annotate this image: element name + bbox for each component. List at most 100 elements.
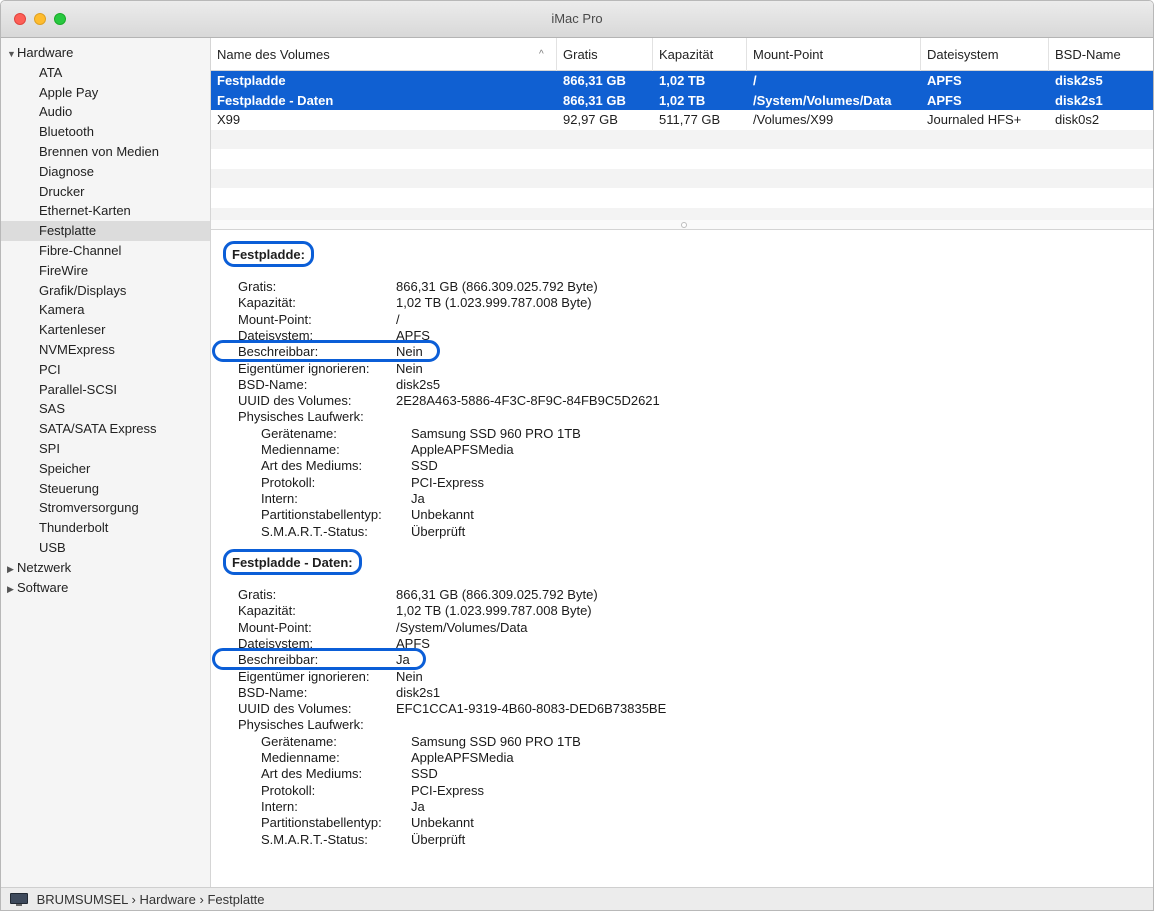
table-cell: APFS xyxy=(927,73,962,88)
system-information-window: iMac Pro ▼Hardware ATA Apple Pay Audio Bluet… xyxy=(0,0,1154,911)
field-label: Medienname: xyxy=(261,442,340,457)
field-label: Partitionstabellentyp: xyxy=(261,815,382,831)
sidebar-group-software[interactable]: ▶ Software xyxy=(1,578,210,598)
sidebar-item-spi[interactable]: SPI xyxy=(1,439,210,459)
path-separator: › xyxy=(199,892,204,907)
volumes-table: Name des Volumes ^ Gratis Kapazität Mount-Po… xyxy=(211,38,1153,228)
field-value: disk2s1 xyxy=(396,684,441,700)
detail-field: Gratis: 866,31 GB (866.309.025.792 Byte) xyxy=(211,587,1111,603)
sidebar-item-steuerung[interactable]: Steuerung xyxy=(1,479,210,499)
sidebar-item-sata-sata-express[interactable]: SATA/SATA Express xyxy=(1,419,210,439)
field-value: 1,02 TB (1.023.999.787.008 Byte) xyxy=(396,295,592,311)
drive-field: Partitionstabellentyp: Unbekannt xyxy=(211,507,1111,523)
sidebar-item-ethernet-karten[interactable]: Ethernet-Karten xyxy=(1,201,210,221)
column-header-2[interactable]: Gratis xyxy=(557,38,653,71)
field-value: Nein xyxy=(396,360,423,376)
table-row[interactable]: Festpladde - Daten 866,31 GB 1,02 TB/Syste… xyxy=(211,90,1153,110)
sidebar-group-hardware[interactable]: ▼Hardware xyxy=(1,43,210,63)
detail-field: Gratis: 866,31 GB (866.309.025.792 Byte) xyxy=(211,279,1111,295)
detail-field: Physisches Laufwerk: xyxy=(211,717,1111,733)
field-value: Samsung SSD 960 PRO 1TB xyxy=(411,425,581,441)
imac-icon xyxy=(10,893,28,906)
sidebar-item-kamera[interactable]: Kamera xyxy=(1,300,210,320)
sidebar-item-grafik-displays[interactable]: Grafik/Displays xyxy=(1,281,210,301)
sidebar-item-ata[interactable]: ATA xyxy=(1,63,210,83)
table-row-empty xyxy=(211,168,1153,188)
detail-field: Eigentümer ignorieren: Nein xyxy=(211,669,1111,685)
drive-field: Gerätename: Samsung SSD 960 PRO 1TB xyxy=(211,426,1111,442)
drive-field: Protokoll: PCI-Express xyxy=(211,783,1111,799)
field-value: PCI-Express xyxy=(411,474,484,490)
column-header-6[interactable]: BSD-Name xyxy=(1049,38,1153,71)
disclosure-closed-icon[interactable]: ▶ xyxy=(7,580,17,600)
drive-field: Protokoll: PCI-Express xyxy=(211,475,1111,491)
sidebar-item-audio[interactable]: Audio xyxy=(1,102,210,122)
detail-field: Kapazität: 1,02 TB (1.023.999.787.008 Byt… xyxy=(211,295,1111,311)
sidebar-item-firewire[interactable]: FireWire xyxy=(1,261,210,281)
field-label: Protokoll: xyxy=(261,782,316,798)
highlight-annotation xyxy=(212,340,440,363)
path-hardware[interactable]: Hardware xyxy=(139,892,195,907)
path-computer[interactable]: BRUMSUMSEL xyxy=(37,892,128,907)
field-value: SSD xyxy=(411,458,438,474)
sidebar-item-fibre-channel[interactable]: Fibre-Channel xyxy=(1,241,210,261)
sidebar-item-apple-pay[interactable]: Apple Pay xyxy=(1,83,210,103)
column-header-5[interactable]: Dateisystem xyxy=(921,38,1049,71)
table-cell: 1,02 TB xyxy=(659,92,706,108)
table-row[interactable]: Festpladde 866,31 GB 1,02 TB / APFS disk2s5 xyxy=(211,71,1153,91)
drive-field: S.M.A.R.T.-Status: Überprüft xyxy=(211,524,1111,540)
field-label: Mount-Point: xyxy=(238,619,312,635)
drive-field: Art des Mediums: SSD xyxy=(211,458,1111,474)
sidebar-item-bluetooth[interactable]: Bluetooth xyxy=(1,122,210,142)
sidebar-item-stromversorgung[interactable]: Stromversorgung xyxy=(1,498,210,518)
detail-pane: Festpladde: Gratis: 866,31 GB (866.309.025… xyxy=(211,231,1153,887)
path-separator: › xyxy=(131,892,136,907)
sort-ascending-icon[interactable]: ^ xyxy=(539,38,544,71)
column-header-1[interactable]: Name des Volumes ^ xyxy=(211,38,557,71)
sidebar-item-kartenleser[interactable]: Kartenleser xyxy=(1,320,210,340)
drive-field: Intern: Ja xyxy=(211,491,1111,507)
column-header-4[interactable]: Mount-Point xyxy=(747,38,921,71)
table-row[interactable]: X99 92,97 GB 511,77 GB/Volumes/X99 Journale… xyxy=(211,110,1153,130)
field-label: Physisches Laufwerk: xyxy=(238,717,364,733)
table-cell: / xyxy=(753,73,757,88)
drive-field: S.M.A.R.T.-Status: Überprüft xyxy=(211,832,1111,848)
field-label: UUID des Volumes: xyxy=(238,393,352,409)
field-label: Gerätename: xyxy=(261,733,337,749)
sidebar-item-drucker[interactable]: Drucker xyxy=(1,182,210,202)
table-cell: Festpladde xyxy=(217,73,286,88)
field-label: Partitionstabellentyp: xyxy=(261,507,382,523)
field-value: 2E28A463-5886-4F3C-8F9C-84FB9C5D2621 xyxy=(396,393,660,409)
field-value: Samsung SSD 960 PRO 1TB xyxy=(411,733,581,749)
path-bar: BRUMSUMSEL › Hardware › Festplatte xyxy=(1,887,1153,910)
sidebar-group-netzwerk[interactable]: ▶ Netzwerk xyxy=(1,558,210,578)
sidebar-item-nvmexpress[interactable]: NVMExpress xyxy=(1,340,210,360)
sidebar-item-parallel-scsi[interactable]: Parallel-SCSI xyxy=(1,380,210,400)
sidebar-item-sas[interactable]: SAS xyxy=(1,399,210,419)
sidebar-item-usb[interactable]: USB xyxy=(1,538,210,558)
field-value: disk2s5 xyxy=(396,376,441,392)
table-cell: 866,31 GB xyxy=(563,92,626,108)
table-cell: disk2s1 xyxy=(1055,92,1103,108)
drive-field: Medienname: AppleAPFSMedia xyxy=(211,750,1111,766)
field-value: 866,31 GB (866.309.025.792 Byte) xyxy=(396,587,598,602)
table-cell: 866,31 GB xyxy=(563,73,626,88)
sidebar-item-pci[interactable]: PCI xyxy=(1,360,210,380)
field-label: Intern: xyxy=(261,798,298,814)
column-header-3[interactable]: Kapazität xyxy=(653,38,747,71)
field-value: AppleAPFSMedia xyxy=(411,442,514,457)
field-label: Gratis: xyxy=(238,279,277,294)
window-title: iMac Pro xyxy=(551,11,603,26)
sidebar-item-speicher[interactable]: Speicher xyxy=(1,459,210,479)
splitter-handle-icon[interactable] xyxy=(681,222,687,228)
sidebar-item-brennen-von-medien[interactable]: Brennen von Medien xyxy=(1,142,210,162)
sidebar-item-festplatte[interactable]: Festplatte xyxy=(1,221,210,241)
field-value: AppleAPFSMedia xyxy=(411,750,514,765)
pane-splitter[interactable] xyxy=(211,220,1153,230)
sidebar-item-thunderbolt[interactable]: Thunderbolt xyxy=(1,518,210,538)
field-value: 1,02 TB (1.023.999.787.008 Byte) xyxy=(396,603,592,619)
table-cell: Festpladde - Daten xyxy=(217,92,334,108)
field-label: UUID des Volumes: xyxy=(238,701,352,717)
sidebar-item-diagnose[interactable]: Diagnose xyxy=(1,162,210,182)
path-festplatte[interactable]: Festplatte xyxy=(207,892,264,907)
